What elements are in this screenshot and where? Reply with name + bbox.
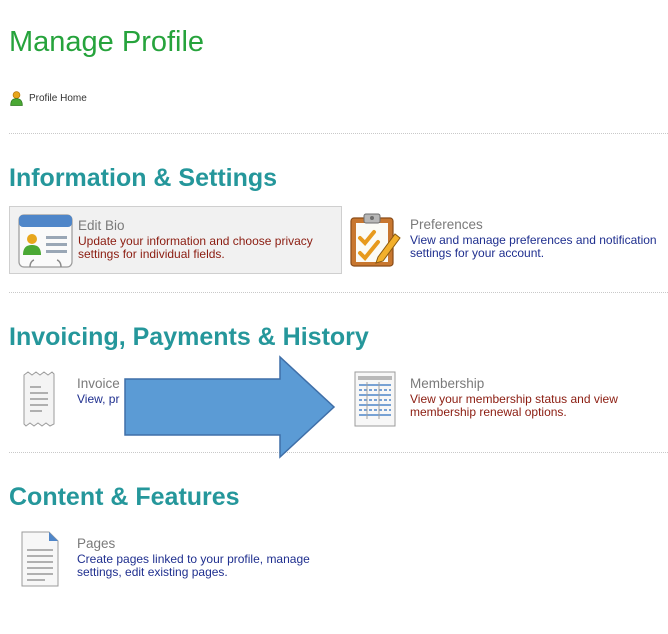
tile-description: View and manage preferences and notifica… [410, 233, 657, 260]
spreadsheet-icon [354, 371, 396, 427]
tile-title: Pages [77, 536, 116, 551]
document-icon [21, 531, 59, 587]
divider [9, 292, 668, 293]
tile-title: Preferences [410, 217, 483, 232]
section-title-information-settings: Information & Settings [9, 164, 278, 192]
tile-edit-bio[interactable]: Edit Bio Update your information and cho… [9, 206, 342, 274]
receipt-icon [23, 371, 55, 427]
divider [9, 452, 668, 453]
page-title: Manage Profile [9, 26, 205, 58]
tile-pages[interactable]: Pages Create pages linked to your profil… [9, 528, 329, 596]
tile-description: Create pages linked to your profile, man… [77, 552, 310, 579]
tile-description: View your membership status and view mem… [410, 392, 618, 419]
tile-preferences[interactable]: Preferences View and manage preferences … [348, 206, 666, 274]
annotation-arrow [124, 355, 336, 459]
clipboard-checklist-icon [350, 213, 401, 267]
person-icon [10, 90, 23, 106]
tile-membership[interactable]: Membership View your membership status a… [348, 368, 666, 436]
section-title-invoicing-payments-history: Invoicing, Payments & History [9, 323, 369, 351]
profile-home-label: Profile Home [29, 92, 87, 104]
tile-title: Edit Bio [78, 218, 125, 233]
tile-description: Update your information and choose priva… [78, 234, 313, 261]
tile-title: Invoice [77, 376, 120, 391]
tile-title: Membership [410, 376, 485, 391]
contact-card-icon [18, 214, 73, 268]
profile-home-link[interactable]: Profile Home [10, 90, 87, 106]
divider [9, 133, 668, 134]
section-title-content-features: Content & Features [9, 483, 240, 511]
